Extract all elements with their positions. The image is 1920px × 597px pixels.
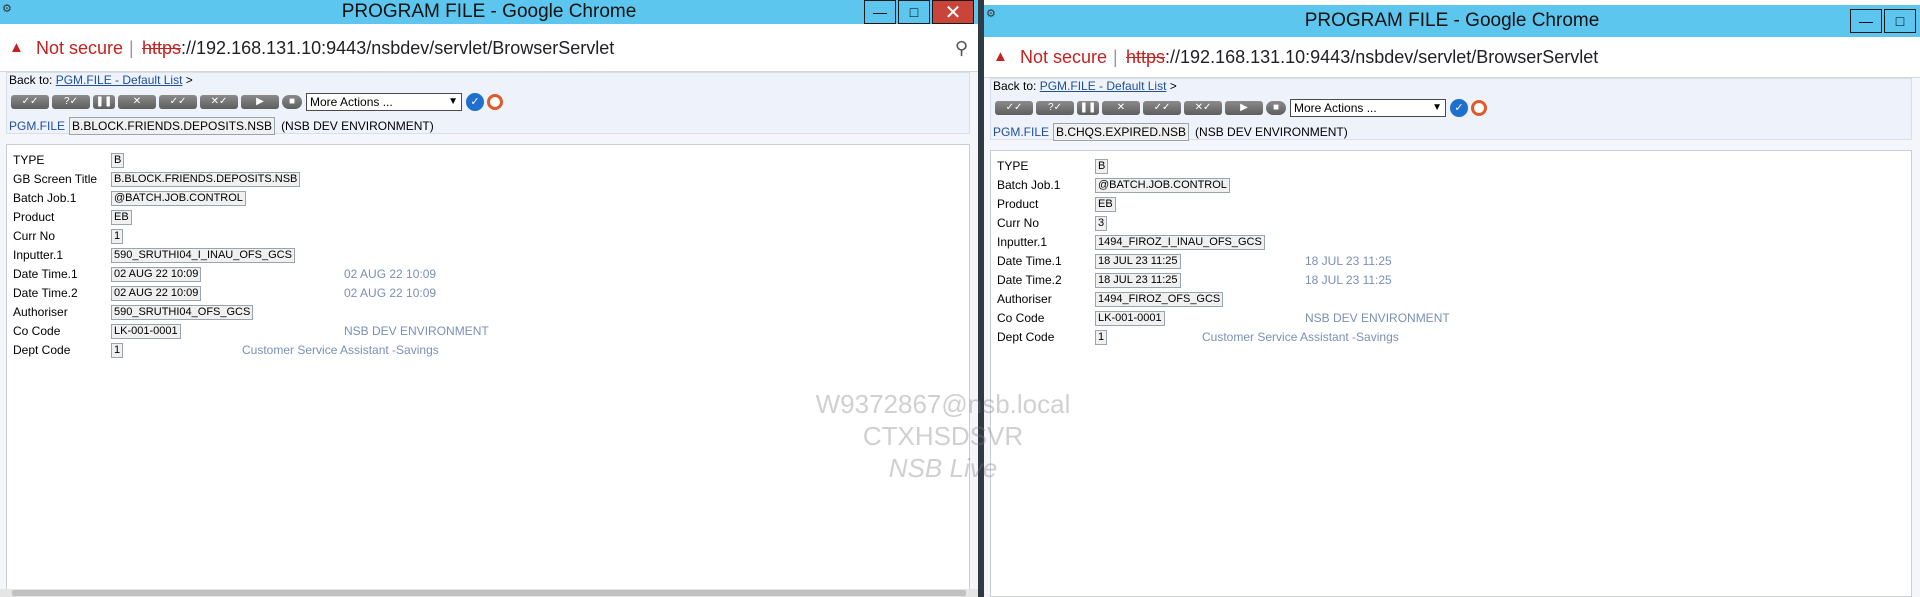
record-header: PGM.FILE B.CHQS.EXPIRED.NSB (NSB DEV ENV… — [993, 123, 1348, 141]
url-text[interactable]: https://192.168.131.10:9443/nsbdev/servl… — [142, 37, 614, 59]
warning-triangle-icon: ▲ — [993, 48, 1008, 65]
field-enrichment: 18 JUL 23 11:25 — [1305, 273, 1392, 287]
environment-label: (NSB DEV ENVIRONMENT) — [281, 119, 434, 133]
window-titlebar[interactable]: ⚙ PROGRAM FILE - Google Chrome — □ — [984, 5, 1920, 37]
help-lifebuoy-icon[interactable] — [487, 94, 503, 110]
action-toolbar: ✓✓ ?✓ ❚❚ ✕ ✓✓ ✕✓ ▶ ■ More Actions ... ▼ ✓ — [995, 99, 1487, 117]
hold-button[interactable]: ❚❚ — [1077, 101, 1099, 115]
reverse-button[interactable]: ✕✓ — [200, 95, 238, 109]
commit-button[interactable]: ✓✓ — [11, 95, 49, 109]
address-bar[interactable]: ▲ Not secure | https://192.168.131.10:944… — [984, 37, 1920, 78]
maximize-icon[interactable]: □ — [898, 0, 930, 24]
breadcrumb: Back to: PGM.FILE - Default List > — [993, 79, 1177, 93]
print-button[interactable]: ■ — [1266, 101, 1286, 115]
field-enrichment: NSB DEV ENVIRONMENT — [344, 324, 489, 338]
record-header: PGM.FILE B.BLOCK.FRIENDS.DEPOSITS.NSB (N… — [9, 117, 434, 135]
not-secure-label[interactable]: Not secure | — [36, 37, 140, 59]
not-secure-label[interactable]: Not secure | — [1020, 46, 1124, 68]
close-icon[interactable]: ✕ — [932, 0, 974, 24]
maximize-icon[interactable]: □ — [1884, 9, 1916, 33]
validate-button[interactable]: ?✓ — [52, 95, 90, 109]
more-actions-select[interactable]: More Actions ... ▼ — [1290, 99, 1446, 117]
go-check-icon[interactable]: ✓ — [466, 93, 484, 111]
next-button[interactable]: ▶ — [1225, 101, 1263, 115]
action-toolbar: ✓✓ ?✓ ❚❚ ✕ ✓✓ ✕✓ ▶ ■ More Actions ... ▼ ✓ — [11, 93, 503, 111]
back-to-link[interactable]: PGM.FILE - Default List — [1040, 79, 1167, 93]
window-titlebar[interactable]: ⚙ PROGRAM FILE - Google Chrome — □ ✕ — [0, 0, 978, 24]
warning-triangle-icon: ▲ — [9, 39, 24, 56]
commit-button[interactable]: ✓✓ — [995, 101, 1033, 115]
reverse-button[interactable]: ✕✓ — [1184, 101, 1222, 115]
window-title: PROGRAM FILE - Google Chrome — [1304, 10, 1600, 31]
minimize-icon[interactable]: — — [1850, 9, 1882, 33]
record-form: TYPE B Batch Job.1 @BATCH.JOB.CONTROL Pr… — [990, 150, 1912, 597]
validate-button[interactable]: ?✓ — [1036, 101, 1074, 115]
print-button[interactable]: ■ — [282, 95, 302, 109]
record-form: TYPE B GB Screen Title B.BLOCK.FRIENDS.D… — [6, 144, 970, 597]
authorise-button[interactable]: ✓✓ — [159, 95, 197, 109]
record-id: B.BLOCK.FRIENDS.DEPOSITS.NSB — [69, 117, 276, 135]
toolbar-panel: Back to: PGM.FILE - Default List > ✓✓ ?✓… — [990, 78, 1912, 141]
field-enrichment: Customer Service Assistant -Savings — [242, 343, 439, 357]
url-text[interactable]: https://192.168.131.10:9443/nsbdev/servl… — [1126, 46, 1598, 68]
application-name: PGM.FILE — [993, 125, 1050, 139]
authorise-button[interactable]: ✓✓ — [1143, 101, 1181, 115]
field-enrichment: NSB DEV ENVIRONMENT — [1305, 311, 1450, 325]
go-check-icon[interactable]: ✓ — [1450, 99, 1468, 117]
environment-label: (NSB DEV ENVIRONMENT) — [1195, 125, 1348, 139]
delete-button[interactable]: ✕ — [1102, 101, 1140, 115]
window-title: PROGRAM FILE - Google Chrome — [341, 1, 637, 22]
more-actions-select[interactable]: More Actions ... ▼ — [306, 93, 462, 111]
field-enrichment: 02 AUG 22 10:09 — [344, 286, 437, 300]
page-content: Back to: PGM.FILE - Default List > ✓✓ ?✓… — [0, 72, 978, 597]
magnifier-icon[interactable]: ⚲ — [955, 38, 968, 59]
hold-button[interactable]: ❚❚ — [93, 95, 115, 109]
next-button[interactable]: ▶ — [241, 95, 279, 109]
back-to-link[interactable]: PGM.FILE - Default List — [56, 73, 183, 87]
field-enrichment: 18 JUL 23 11:25 — [1305, 254, 1392, 268]
delete-button[interactable]: ✕ — [118, 95, 156, 109]
record-id: B.CHQS.EXPIRED.NSB — [1053, 123, 1190, 141]
address-bar[interactable]: ▲ Not secure | https://192.168.131.10:944… — [0, 24, 978, 72]
citrix-watermark: W9372867@nsb.local CTXHSDSVR NSB Live — [815, 389, 1071, 483]
field-enrichment: 02 AUG 22 10:09 — [344, 267, 437, 281]
help-lifebuoy-icon[interactable] — [1471, 100, 1487, 116]
minimize-icon[interactable]: — — [864, 0, 896, 24]
page-content: Back to: PGM.FILE - Default List > ✓✓ ?✓… — [984, 78, 1920, 597]
application-name: PGM.FILE — [9, 119, 66, 133]
breadcrumb: Back to: PGM.FILE - Default List > — [9, 73, 193, 87]
toolbar-panel: Back to: PGM.FILE - Default List > ✓✓ ?✓… — [6, 72, 970, 135]
field-enrichment: Customer Service Assistant -Savings — [1202, 330, 1399, 344]
right-browser-window: ⚙ PROGRAM FILE - Google Chrome — □ ▲ Not… — [984, 0, 1920, 597]
horizontal-scrollbar[interactable] — [0, 589, 978, 597]
left-browser-window: ⚙ PROGRAM FILE - Google Chrome — □ ✕ ▲ N… — [0, 0, 978, 597]
